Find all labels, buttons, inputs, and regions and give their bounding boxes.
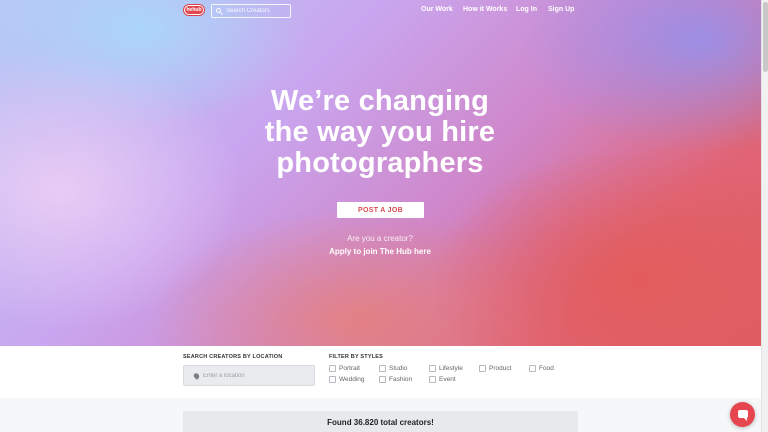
location-label: SEARCH CREATORS BY LOCATION: [183, 354, 283, 360]
filters-section: SEARCH CREATORS BY LOCATION FILTER BY ST…: [0, 346, 761, 398]
chat-icon: [738, 410, 748, 421]
chat-button[interactable]: [730, 402, 755, 427]
page-scrollbar[interactable]: [761, 0, 768, 432]
style-label: Studio: [389, 365, 408, 372]
style-option-event[interactable]: Event: [429, 376, 456, 383]
location-input[interactable]: [203, 372, 313, 379]
nav-sign-up[interactable]: Sign Up: [548, 6, 574, 13]
checkbox[interactable]: [429, 365, 436, 372]
logo-text: hehub: [185, 6, 203, 14]
map-pin-icon: [192, 371, 201, 380]
style-option-lifestyle[interactable]: Lifestyle: [429, 365, 463, 372]
hero-section: hehub Our Work How it Works Log In Sign …: [0, 0, 761, 346]
hero-title-line-2: the way you hire: [264, 116, 496, 148]
logo[interactable]: hehub: [183, 4, 205, 16]
results-section: Found 36.820 total creators!: [0, 398, 761, 432]
creator-question: Are you a creator?: [347, 234, 413, 243]
style-label: Lifestyle: [439, 365, 463, 372]
nav-our-work[interactable]: Our Work: [421, 6, 453, 13]
style-option-product[interactable]: Product: [479, 365, 511, 372]
checkbox[interactable]: [329, 365, 336, 372]
checkbox[interactable]: [529, 365, 536, 372]
search-input[interactable]: [226, 8, 290, 14]
style-option-wedding[interactable]: Wedding: [329, 376, 365, 383]
styles-label: FILTER BY STYLES: [329, 354, 384, 360]
results-banner: Found 36.820 total creators!: [183, 411, 578, 432]
location-field[interactable]: [183, 365, 315, 386]
top-nav: hehub Our Work How it Works Log In Sign …: [0, 0, 761, 22]
results-count: Found 36.820 total creators!: [327, 418, 434, 427]
style-label: Fashion: [389, 376, 413, 383]
nav-log-in[interactable]: Log In: [516, 6, 537, 13]
style-label: Food: [539, 365, 554, 372]
post-job-button[interactable]: POST A JOB: [337, 202, 424, 218]
checkbox[interactable]: [379, 376, 386, 383]
style-option-food[interactable]: Food: [529, 365, 554, 372]
style-label: Product: [489, 365, 512, 372]
apply-creator-link[interactable]: Apply to join The Hub here: [230, 247, 530, 256]
hero-title-line-3: photographers: [276, 147, 484, 179]
style-label: Portrait: [339, 365, 360, 372]
checkbox[interactable]: [429, 376, 436, 383]
search-icon: [216, 7, 223, 15]
style-option-portrait[interactable]: Portrait: [329, 365, 360, 372]
style-option-studio[interactable]: Studio: [379, 365, 407, 372]
style-option-fashion[interactable]: Fashion: [379, 376, 412, 383]
style-label: Event: [439, 376, 456, 383]
style-label: Wedding: [339, 376, 365, 383]
nav-how-it-works[interactable]: How it Works: [463, 6, 507, 13]
search-box[interactable]: [211, 4, 291, 18]
checkbox[interactable]: [379, 365, 386, 372]
checkbox[interactable]: [479, 365, 486, 372]
scrollbar-thumb[interactable]: [763, 2, 768, 72]
hero-title: We’re changing the way you hire photogra…: [230, 86, 530, 179]
checkbox[interactable]: [329, 376, 336, 383]
hero-title-line-1: We’re changing: [270, 85, 490, 117]
